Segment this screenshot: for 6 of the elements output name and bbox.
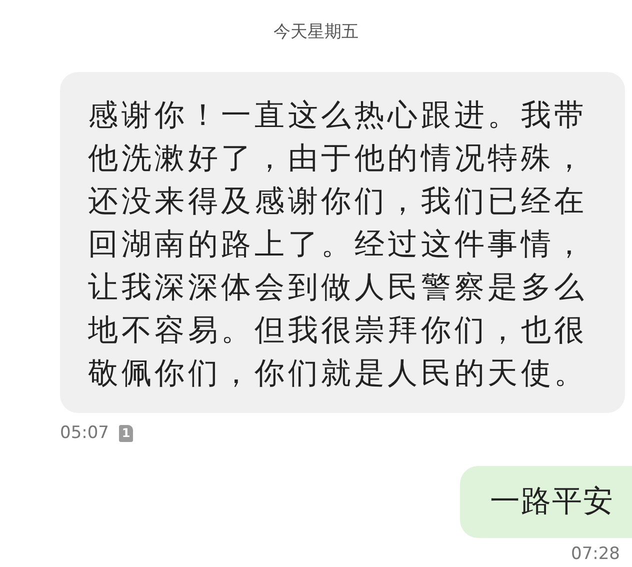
timestamp: 07:28 bbox=[571, 544, 620, 564]
sim-badge: 1 bbox=[119, 424, 133, 442]
message-bubble: 感谢你！一直这么热心跟进。我带他洗漱好了，由于他的情况特殊，还没来得及感谢你们，我们已经在回湖南的路上了。经过这件事情，让我深深体会到做人民警察是多么地不容易。但我很崇拜你们，也很敬佩你们，你们就是人民的天使。 bbox=[60, 72, 625, 413]
message-bubble: 一路平安 bbox=[460, 466, 632, 538]
date-header: 今天星期五 bbox=[272, 21, 360, 44]
timestamp: 05:07 bbox=[60, 423, 109, 443]
